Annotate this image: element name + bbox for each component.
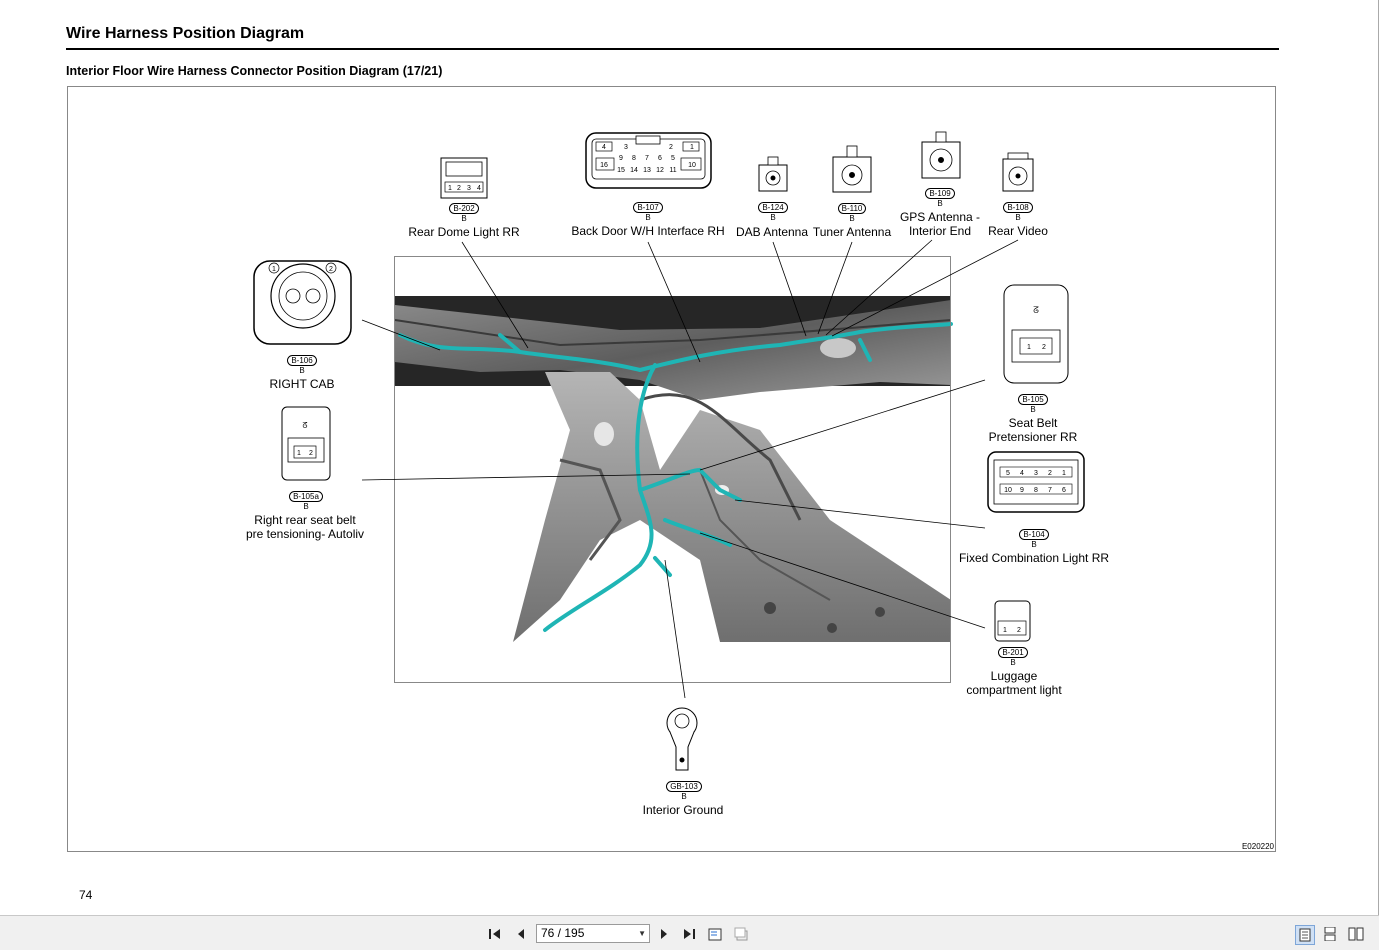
pin-label: 2 — [669, 144, 673, 151]
connector-b105-drawing: ᘔ 1 2 — [1003, 284, 1069, 384]
connector-b106-drawing: 1 2 — [253, 260, 352, 345]
label-fixed-combination-light: Fixed Combination Light RR — [958, 551, 1110, 565]
label-interior-ground: Interior Ground — [642, 803, 724, 817]
pin-label: 16 — [600, 162, 608, 169]
svg-text:ᘔ: ᘔ — [1033, 305, 1039, 315]
pin-label: 7 — [645, 155, 649, 162]
pin-label: 1 — [1062, 470, 1066, 477]
connector-code-b104: B-104 B — [1010, 529, 1058, 549]
page-number: 74 — [79, 888, 93, 902]
pin-label: 1 — [272, 266, 276, 273]
pin-label: 1 — [448, 185, 452, 192]
connector-b124-drawing — [758, 156, 788, 192]
label-luggage-light: Luggage compartment light — [966, 669, 1062, 697]
pin-label: 4 — [602, 144, 606, 151]
label-rear-video: Rear Video — [988, 224, 1048, 238]
connector-code-b108: B-108 B — [994, 202, 1042, 222]
previous-page-icon[interactable] — [512, 925, 530, 943]
pin-label: 1 — [1027, 344, 1031, 351]
fit-width-icon[interactable] — [732, 925, 750, 943]
pin-label: 15 — [617, 167, 625, 174]
connector-code-b110: B-110 B — [828, 203, 876, 223]
connector-code-b124: B-124 B — [749, 202, 797, 222]
pin-label: 2 — [1042, 344, 1046, 351]
two-page-icon[interactable] — [1347, 925, 1365, 943]
pin-label: 2 — [309, 450, 313, 457]
connector-b110-drawing — [832, 145, 872, 193]
pin-label: 2 — [1048, 470, 1052, 477]
connector-b104-drawing: 5 4 3 2 1 10 9 8 7 6 — [987, 451, 1085, 513]
pin-label: 4 — [477, 185, 481, 192]
pin-label: 3 — [1034, 470, 1038, 477]
connector-code-b202: B-202 B — [440, 203, 488, 223]
pin-label: 2 — [457, 185, 461, 192]
pin-label: 14 — [630, 167, 638, 174]
label-right-cab: RIGHT CAB — [269, 377, 335, 391]
connector-b108-drawing — [1002, 152, 1034, 192]
pin-label: 11 — [669, 167, 676, 174]
svg-text:ᘔ: ᘔ — [302, 421, 307, 430]
viewer-toolbar: 76 / 195 ▼ — [0, 915, 1379, 950]
pin-label: 5 — [671, 155, 675, 162]
pin-label: 8 — [1034, 487, 1038, 494]
connector-code-b105: B-105 B — [1009, 394, 1057, 414]
figure-id: E020220 — [1241, 842, 1274, 851]
pin-label: 1 — [690, 144, 694, 151]
label-dab-antenna: DAB Antenna — [735, 225, 809, 239]
pin-label: 1 — [297, 450, 301, 457]
pin-label: 6 — [658, 155, 662, 162]
connector-code-b107: B-107 B — [624, 202, 672, 222]
connector-code-b106: B-106 B — [278, 355, 326, 375]
next-page-icon[interactable] — [655, 925, 673, 943]
continuous-page-icon[interactable] — [1321, 925, 1339, 943]
pin-label: 6 — [1062, 487, 1066, 494]
pin-label: 9 — [619, 155, 623, 162]
single-page-icon[interactable] — [1295, 925, 1315, 945]
pin-label: 10 — [1004, 487, 1012, 494]
label-right-rear-seat-belt: Right rear seat belt pre tensioning- Auto… — [245, 513, 365, 541]
pin-label: 3 — [624, 144, 628, 151]
label-rear-dome-light: Rear Dome Light RR — [408, 225, 520, 239]
connector-b201-drawing: 1 2 — [994, 600, 1031, 642]
connector-b105a-drawing: ᘔ 1 2 — [281, 406, 331, 481]
chevron-down-icon[interactable]: ▼ — [638, 925, 646, 942]
connector-code-gb103: GB-103 B — [658, 781, 710, 801]
pin-label: 3 — [467, 185, 471, 192]
connector-b107-drawing: 4 3 2 1 9 8 7 6 5 16 10 15 14 13 12 11 — [585, 132, 712, 189]
connector-drawings: 1 2 3 4 4 3 2 1 9 8 7 6 5 16 10 15 14 13… — [253, 131, 1085, 771]
pin-label: 2 — [329, 266, 333, 273]
label-back-door-interface: Back Door W/H Interface RH — [571, 224, 725, 238]
pin-label: 12 — [656, 167, 664, 174]
connector-code-b109: B-109 B — [916, 188, 964, 208]
connector-b202-drawing: 1 2 3 4 — [440, 157, 488, 199]
pin-label: 1 — [1003, 627, 1007, 634]
connector-code-b201: B-201 B — [989, 647, 1037, 667]
page-number-field[interactable]: 76 / 195 ▼ — [536, 924, 650, 943]
document-page: Wire Harness Position Diagram Interior F… — [0, 0, 1379, 915]
first-page-icon[interactable] — [486, 925, 504, 943]
pin-label: 9 — [1020, 487, 1024, 494]
fit-page-icon[interactable] — [706, 925, 724, 943]
pin-label: 2 — [1017, 627, 1021, 634]
pin-label: 8 — [632, 155, 636, 162]
pin-label: 10 — [688, 162, 696, 169]
pin-label: 7 — [1048, 487, 1052, 494]
ground-terminal-drawing — [666, 707, 698, 771]
page-field-value: 76 / 195 — [541, 926, 585, 940]
last-page-icon[interactable] — [680, 925, 698, 943]
label-seat-belt-pretensioner: Seat Belt Pretensioner RR — [988, 416, 1078, 444]
pin-label: 5 — [1006, 470, 1010, 477]
label-tuner-antenna: Tuner Antenna — [812, 225, 892, 239]
label-gps-antenna: GPS Antenna - Interior End — [899, 210, 981, 238]
pin-label: 4 — [1020, 470, 1024, 477]
connector-b109-drawing — [921, 131, 961, 179]
connector-code-b105a: B-105a B — [280, 491, 332, 511]
pin-label: 13 — [643, 167, 651, 174]
